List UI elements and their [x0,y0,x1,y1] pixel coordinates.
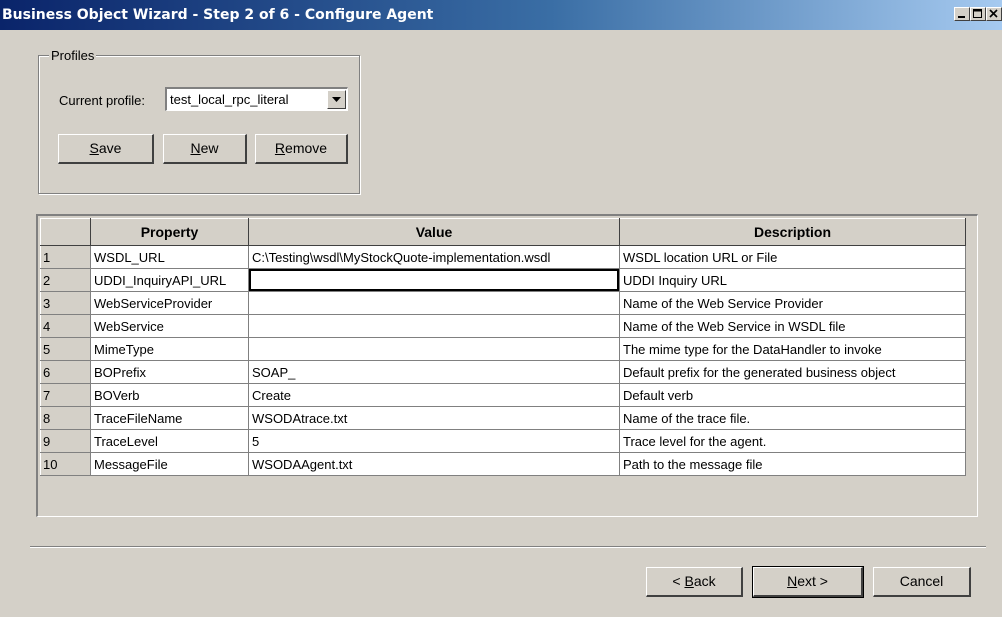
description-cell[interactable]: The mime type for the DataHandler to inv… [619,337,966,361]
dropdown-arrow-icon [332,97,341,102]
table-row[interactable]: 9 TraceLevel 5 Trace level for the agent. [40,429,966,453]
description-cell[interactable]: WSDL location URL or File [619,245,966,269]
property-cell[interactable]: TraceLevel [90,429,249,453]
dropdown-arrow-button[interactable] [327,90,346,109]
value-cell[interactable] [248,291,620,315]
row-number-cell: 3 [40,291,91,315]
table-row[interactable]: 5 MimeType The mime type for the DataHandl… [40,337,966,361]
next-button[interactable]: Next > [752,566,864,598]
table-row[interactable]: 1 WSDL_URL C:\Testing\wsdl\MyStockQuote-im… [40,245,966,269]
remove-button[interactable]: Remove [255,134,348,164]
property-cell[interactable]: MimeType [90,337,249,361]
table-row[interactable]: 7 BOVerb Create Default verb [40,383,966,407]
maximize-button[interactable] [970,7,986,21]
value-cell[interactable] [248,268,620,292]
property-cell[interactable]: MessageFile [90,452,249,476]
header-description[interactable]: Description [619,218,966,246]
description-cell[interactable]: Default verb [619,383,966,407]
profiles-legend: Profiles [49,48,97,63]
row-number-cell: 5 [40,337,91,361]
maximize-icon [973,9,982,18]
value-cell[interactable]: WSODAAgent.txt [248,452,620,476]
property-cell[interactable]: TraceFileName [90,406,249,430]
header-rownum [40,218,91,246]
table-row[interactable]: 4 WebService Name of the Web Service in WS… [40,314,966,338]
profiles-group [38,55,360,194]
current-profile-select[interactable]: test_local_rpc_literal [165,87,348,111]
value-cell[interactable]: SOAP_ [248,360,620,384]
value-cell[interactable]: Create [248,383,620,407]
back-button[interactable]: < Back [646,567,743,597]
value-cell[interactable]: 5 [248,429,620,453]
header-value[interactable]: Value [248,218,620,246]
save-button[interactable]: Save [58,134,154,164]
header-property[interactable]: Property [90,218,249,246]
row-number-cell: 2 [40,268,91,292]
description-cell[interactable]: Default prefix for the generated busines… [619,360,966,384]
row-number-cell: 8 [40,406,91,430]
row-number-cell: 4 [40,314,91,338]
property-cell[interactable]: WebService [90,314,249,338]
close-icon [989,9,998,18]
value-cell[interactable] [248,337,620,361]
description-cell[interactable]: Trace level for the agent. [619,429,966,453]
value-cell[interactable] [248,314,620,338]
minimize-icon [958,16,965,18]
window-title: Business Object Wizard - Step 2 of 6 - C… [2,7,434,23]
property-cell[interactable]: WebServiceProvider [90,291,249,315]
table-row[interactable]: 6 BOPrefix SOAP_ Default prefix for the gen… [40,360,966,384]
cancel-button[interactable]: Cancel [873,567,971,597]
description-cell[interactable]: Name of the Web Service in WSDL file [619,314,966,338]
description-cell[interactable]: Name of the trace file. [619,406,966,430]
value-cell[interactable]: C:\Testing\wsdl\MyStockQuote-implementat… [248,245,620,269]
row-number-cell: 10 [40,452,91,476]
footer-separator [30,546,986,548]
table-row[interactable]: 8 TraceFileName WSODAtrace.txt Name of the … [40,406,966,430]
current-profile-value: test_local_rpc_literal [170,92,289,107]
table-header-row: Property Value Description [40,218,966,246]
description-cell[interactable]: UDDI Inquiry URL [619,268,966,292]
row-number-cell: 7 [40,383,91,407]
property-cell[interactable]: BOPrefix [90,360,249,384]
property-cell[interactable]: UDDI_InquiryAPI_URL [90,268,249,292]
properties-grid: Property Value Description 1 WSDL_URL C:\T… [36,214,978,517]
property-cell[interactable]: WSDL_URL [90,245,249,269]
current-profile-label: Current profile: [59,93,145,108]
table-row[interactable]: 2 UDDI_InquiryAPI_URL UDDI Inquiry URL [40,268,966,292]
properties-table: Property Value Description 1 WSDL_URL C:\T… [40,218,966,476]
wizard-window: Business Object Wizard - Step 2 of 6 - C… [0,0,1002,617]
table-row[interactable]: 3 WebServiceProvider Name of the Web Servi… [40,291,966,315]
table-row[interactable]: 10 MessageFile WSODAAgent.txt Path to the m… [40,452,966,476]
minimize-button[interactable] [954,7,970,21]
value-cell[interactable]: WSODAtrace.txt [248,406,620,430]
row-number-cell: 6 [40,360,91,384]
close-button[interactable] [986,7,1002,21]
property-cell[interactable]: BOVerb [90,383,249,407]
title-bar[interactable]: Business Object Wizard - Step 2 of 6 - C… [0,0,1002,30]
new-button[interactable]: New [163,134,247,164]
description-cell[interactable]: Path to the message file [619,452,966,476]
description-cell[interactable]: Name of the Web Service Provider [619,291,966,315]
row-number-cell: 9 [40,429,91,453]
row-number-cell: 1 [40,245,91,269]
